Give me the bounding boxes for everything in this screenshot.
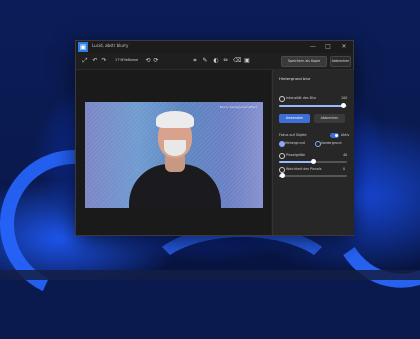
- softness-thumb[interactable]: [279, 173, 285, 178]
- softness-label: Weichheit des Pinsels: [286, 167, 322, 171]
- cancel-button[interactable]: Abbrechen: [330, 56, 351, 67]
- redo-icon[interactable]: ↷: [100, 56, 108, 65]
- window-title: Lucid, abstr blurry: [92, 43, 129, 48]
- filter-icon[interactable]: ◐: [212, 56, 220, 65]
- fit-zoom-icon[interactable]: ⤢: [81, 56, 89, 65]
- focus-label: Fokus auf Objekt: [279, 133, 307, 137]
- brush-size-fill: [279, 161, 313, 163]
- image-canvas: Blurry background effect: [76, 70, 271, 235]
- file-name: FileName: [122, 58, 139, 62]
- background-option-label: Hintergrund: [285, 141, 305, 145]
- photo-watermark: Blurry background effect: [219, 105, 257, 109]
- intensity-slider[interactable]: [279, 103, 347, 108]
- wallpaper-bloom-bottom: [140, 225, 344, 339]
- brush-size-icon: [279, 153, 285, 159]
- person-beard: [164, 140, 186, 156]
- foreground-option-label: Vordergrund: [321, 141, 342, 145]
- panel-title: Hintergrund blur: [279, 76, 311, 81]
- maximize-button[interactable]: □: [322, 42, 334, 52]
- apply-button[interactable]: Anwenden: [279, 114, 310, 123]
- rotate-right-icon[interactable]: ⟳: [152, 56, 160, 65]
- brush-size-slider[interactable]: [279, 159, 347, 164]
- intensity-fill: [279, 105, 344, 107]
- intensity-icon: [279, 96, 285, 102]
- brush-size-label: Pinselgröße: [286, 153, 306, 157]
- save-as-copy-button[interactable]: Speichern als Kopie: [281, 56, 327, 67]
- markup-icon[interactable]: ✏: [222, 56, 230, 65]
- brush-size-thumb[interactable]: [310, 159, 316, 164]
- focus-state: Aktiv: [341, 133, 350, 137]
- softness-value: 0: [343, 167, 346, 171]
- person-hair: [156, 111, 194, 128]
- crop-icon[interactable]: ⌗: [191, 56, 199, 65]
- editor-toolbar: ⤢ ↶ ↷ 37% FileName ⟲ ⟳ ⌗ ✎ ◐ ✏ ⌫ ▣ Speic…: [76, 53, 353, 70]
- intensity-label: Intensität des Blur: [286, 96, 317, 100]
- intensity-thumb[interactable]: [341, 103, 347, 108]
- photos-app-icon: ▣: [78, 42, 88, 52]
- taskbar: [0, 270, 420, 280]
- photo-editor-window: ▣ Lucid, abstr blurry — □ ✕ ⤢ ↶ ↷ 37% Fi…: [75, 40, 354, 236]
- focus-toggle[interactable]: [330, 133, 339, 138]
- close-button[interactable]: ✕: [338, 42, 350, 52]
- adjust-icon[interactable]: ✎: [201, 56, 209, 65]
- blur-settings-panel: Hintergrund blur Intensität des Blur 100…: [272, 70, 354, 235]
- title-bar: ▣ Lucid, abstr blurry — □ ✕: [76, 41, 353, 53]
- erase-icon[interactable]: ⌫: [233, 56, 241, 65]
- brush-size-value: 40: [343, 153, 348, 157]
- undo-icon[interactable]: ↶: [91, 56, 99, 65]
- rotate-left-icon[interactable]: ⟲: [144, 56, 152, 65]
- panel-cancel-button[interactable]: Abbrechen: [314, 114, 345, 123]
- background-blur-icon[interactable]: ▣: [243, 56, 251, 65]
- softness-slider[interactable]: [279, 173, 347, 178]
- intensity-value: 100: [341, 96, 348, 100]
- edited-photo[interactable]: Blurry background effect: [85, 102, 263, 208]
- minimize-button[interactable]: —: [307, 42, 319, 52]
